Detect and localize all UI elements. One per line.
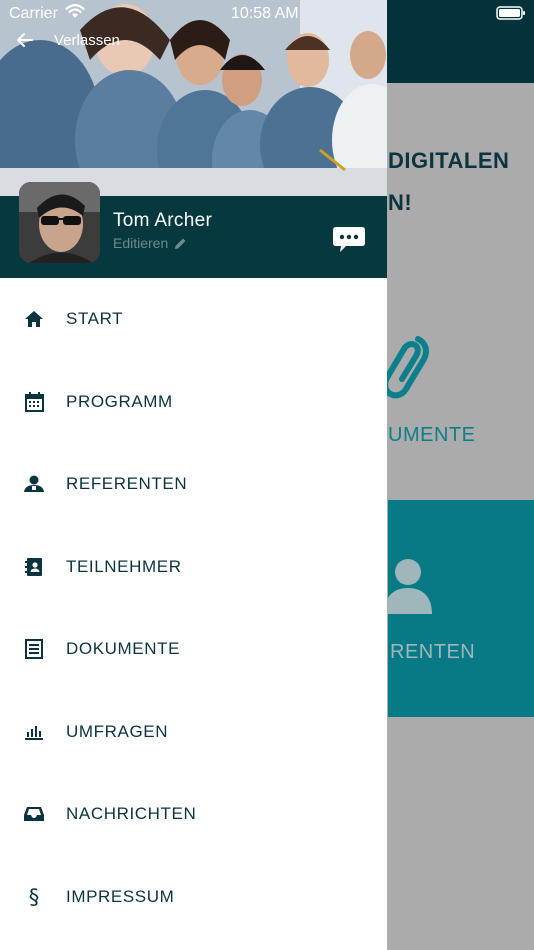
section-sign-icon: § [28, 884, 40, 909]
menu-item-umfragen[interactable]: UMFRAGEN [0, 691, 387, 774]
menu-item-label: NACHRICHTEN [66, 804, 197, 824]
document-icon [22, 637, 46, 661]
menu-item-label: TEILNEHMER [66, 556, 182, 576]
pencil-icon [175, 238, 186, 249]
menu-item-dokumente[interactable]: DOKUMENTE [0, 608, 387, 691]
menu-item-label: START [66, 309, 124, 329]
home-icon [22, 307, 46, 331]
contacts-book-icon [22, 555, 46, 579]
menu-item-label: IMPRESSUM [66, 886, 175, 906]
menu-item-label: REFERENTEN [66, 474, 188, 494]
back-button[interactable]: Verlassen [16, 29, 120, 51]
menu-item-label: UMFRAGEN [66, 721, 169, 741]
status-time: 10:58 AM [231, 5, 299, 22]
user-name: Tom Archer [113, 210, 213, 231]
menu-item-referenten[interactable]: REFERENTEN [0, 443, 387, 526]
menu-item-label: DOKUMENTE [66, 639, 181, 659]
speaker-icon [22, 472, 46, 496]
back-button-label: Verlassen [54, 31, 120, 49]
status-bar: Carrier 10:58 AM [0, 0, 534, 28]
battery-icon [496, 6, 525, 20]
edit-profile-label: Editieren [113, 235, 169, 251]
avatar[interactable] [19, 182, 100, 263]
background-speakers-label: RENTEN [390, 641, 476, 663]
background-documents-tile [388, 300, 534, 500]
paperclip-icon [382, 336, 429, 399]
person-icon [384, 559, 432, 614]
background-heading-line2: N! [388, 190, 413, 215]
bar-chart-icon [22, 720, 46, 744]
background-heading: DIGITALEN N! [388, 140, 534, 224]
background-heading-line1: DIGITALEN [388, 148, 510, 173]
menu-item-teilnehmer[interactable]: TEILNEHMER [0, 526, 387, 609]
menu-item-start[interactable]: START [0, 278, 387, 361]
back-arrow-icon [17, 33, 33, 47]
menu-item-label: PROGRAMM [66, 391, 173, 411]
avatar-photo [19, 182, 100, 263]
menu-item-impressum[interactable]: § IMPRESSUM [0, 856, 387, 939]
edit-profile-link[interactable]: Editieren [113, 235, 187, 251]
calendar-icon [22, 390, 46, 414]
menu-item-nachrichten[interactable]: NACHRICHTEN [0, 773, 387, 856]
drawer-menu: START PROGRAMM REFERENTEN TEILNEHMER DOK… [0, 278, 387, 938]
wifi-icon [65, 4, 85, 18]
menu-item-programm[interactable]: PROGRAMM [0, 361, 387, 444]
navigation-drawer: Tom Archer Editieren START PROGRAMM REFE… [0, 0, 387, 950]
carrier-label: Carrier [9, 5, 58, 22]
background-documents-label: UMENTE [388, 424, 476, 446]
chat-bubbles-icon[interactable] [332, 225, 366, 255]
inbox-icon [22, 802, 46, 826]
